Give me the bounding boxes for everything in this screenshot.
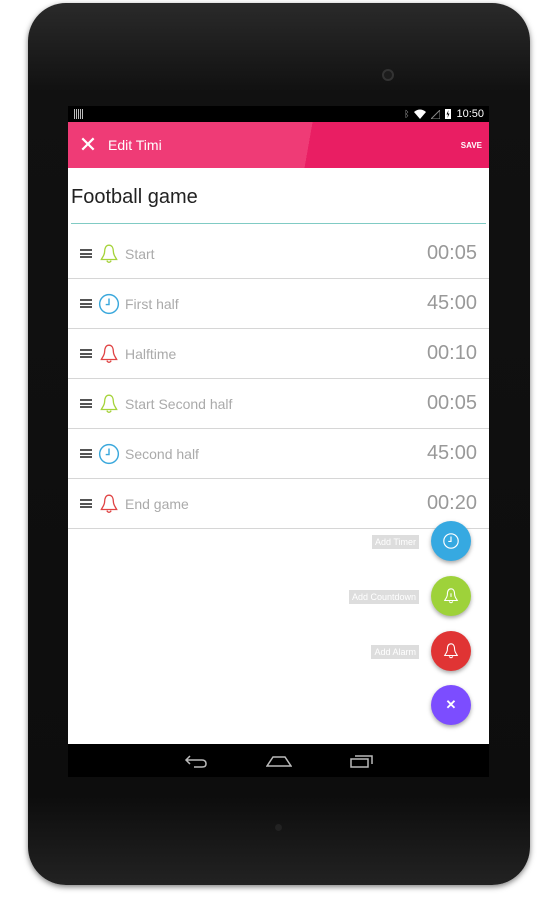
item-label: Halftime xyxy=(125,345,177,362)
add-countdown-button[interactable] xyxy=(431,576,471,616)
item-label: Start xyxy=(125,245,155,262)
sensor xyxy=(275,824,282,831)
drag-handle-icon[interactable] xyxy=(80,299,92,308)
camera xyxy=(382,69,394,81)
bell-icon xyxy=(98,393,120,415)
screen: ᛒ 10:50 ✕ Edit Timi SAVE Football game S… xyxy=(68,106,489,777)
clock-icon xyxy=(98,443,120,465)
add-alarm-label: Add Alarm xyxy=(371,645,419,659)
clock-icon xyxy=(98,293,120,315)
battery-charging-icon xyxy=(445,109,452,119)
bluetooth-icon: ᛒ xyxy=(404,109,410,119)
name-input[interactable]: Football game xyxy=(71,168,486,224)
item-label: End game xyxy=(125,495,189,512)
bell-icon xyxy=(98,343,120,365)
add-timer-label: Add Timer xyxy=(371,535,419,549)
item-time[interactable]: 00:05 xyxy=(427,392,477,415)
item-time[interactable]: 00:20 xyxy=(427,492,477,515)
drag-handle-icon[interactable] xyxy=(80,499,92,508)
add-timer-button[interactable] xyxy=(431,521,471,561)
list-item[interactable]: First half 45:00 xyxy=(68,279,489,329)
save-button[interactable]: SAVE xyxy=(461,141,482,150)
page-title: Edit Timi xyxy=(108,137,162,153)
drag-handle-icon[interactable] xyxy=(80,349,92,358)
close-fab-menu-button[interactable]: ✕ xyxy=(431,685,471,725)
app-bar: ✕ Edit Timi SAVE xyxy=(68,122,489,168)
close-icon: ✕ xyxy=(445,697,457,712)
item-time[interactable]: 45:00 xyxy=(427,442,477,465)
item-label: First half xyxy=(125,295,179,312)
item-time[interactable]: 00:05 xyxy=(427,242,477,265)
bell-icon xyxy=(98,243,120,265)
home-icon[interactable] xyxy=(265,754,292,768)
add-countdown-label: Add Countdown xyxy=(348,590,419,604)
add-alarm-button[interactable] xyxy=(431,631,471,671)
status-bar: ᛒ 10:50 xyxy=(68,106,489,122)
item-time[interactable]: 45:00 xyxy=(427,292,477,315)
signal-icon xyxy=(431,109,441,119)
list-item[interactable]: Start Second half 00:05 xyxy=(68,379,489,429)
list-item[interactable]: End game 00:20 xyxy=(68,479,489,529)
recent-apps-icon[interactable] xyxy=(349,754,374,768)
close-icon[interactable]: ✕ xyxy=(68,132,108,158)
list-item[interactable]: Start 00:05 xyxy=(68,229,489,279)
item-label: Start Second half xyxy=(125,395,233,412)
drag-handle-icon[interactable] xyxy=(80,249,92,258)
navigation-bar xyxy=(68,744,489,777)
status-time: 10:50 xyxy=(456,108,484,120)
bell-icon xyxy=(443,588,459,604)
drag-handle-icon[interactable] xyxy=(80,399,92,408)
bell-icon xyxy=(98,493,120,515)
clock-icon xyxy=(443,533,459,549)
item-time[interactable]: 00:10 xyxy=(427,342,477,365)
back-icon[interactable] xyxy=(184,754,208,768)
item-label: Second half xyxy=(125,445,199,462)
list-item[interactable]: Second half 45:00 xyxy=(68,429,489,479)
wifi-icon xyxy=(414,109,427,119)
drag-handle-icon[interactable] xyxy=(80,449,92,458)
notification-icon xyxy=(74,109,84,119)
list-item[interactable]: Halftime 00:10 xyxy=(68,329,489,379)
bell-icon xyxy=(443,643,459,659)
